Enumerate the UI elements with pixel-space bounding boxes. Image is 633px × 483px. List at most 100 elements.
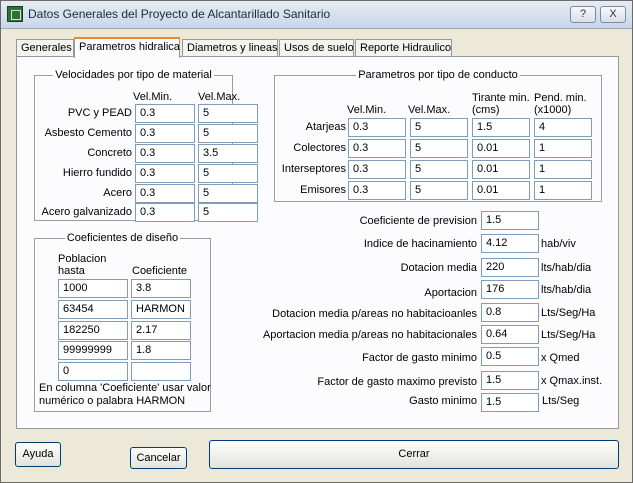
help-title-button[interactable]: ? — [570, 6, 596, 23]
tab-diametros-y-lineas[interactable]: Diametros y lineas — [182, 39, 278, 57]
poblacion-hasta-header: hasta — [58, 265, 85, 277]
poblacion-input[interactable]: 0 — [58, 362, 128, 381]
app-icon — [7, 6, 23, 22]
coeficiente-input[interactable]: 1.8 — [131, 341, 191, 360]
param-label: Gasto minimo — [409, 395, 477, 407]
conducto-group: Parametros por tipo de conducto Vel.Min.… — [274, 69, 602, 202]
coeficientes-group: Coeficientes de diseño Poblacion hasta C… — [34, 232, 211, 412]
dialog-window: Datos Generales del Proyecto de Alcantar… — [0, 0, 633, 483]
coeficiente-input[interactable]: HARMON — [131, 300, 191, 319]
vel-min-input[interactable]: 0.3 — [135, 104, 195, 123]
velocidades-title: Velocidades por tipo de material — [53, 69, 214, 81]
vel-max-input[interactable]: 3.5 — [198, 144, 258, 163]
param-label: Indice de hacinamiento — [363, 238, 477, 250]
vel-max-input[interactable]: 5 — [198, 124, 258, 143]
param-input[interactable]: 176 — [481, 280, 539, 299]
tab-panel: Velocidades por tipo de material Vel.Min… — [16, 56, 619, 429]
param-input[interactable]: 4.12 — [481, 234, 539, 253]
poblacion-input[interactable]: 182250 — [58, 321, 128, 340]
vel-min-input[interactable]: 0.3 — [135, 164, 195, 183]
param-unit: Lts/Seg/Ha — [541, 329, 596, 341]
tirante-input[interactable]: 0.01 — [472, 139, 530, 158]
vel-max-input[interactable]: 5 — [198, 104, 258, 123]
coeficientes-title: Coeficientes de diseño — [64, 232, 181, 244]
param-label: Factor de gasto maximo previsto — [317, 376, 477, 388]
param-label: Dotacion media p/areas no habitacioanles — [272, 308, 477, 320]
vel-min-input[interactable]: 0.3 — [135, 144, 195, 163]
param-unit: lts/hab/dia — [541, 284, 592, 296]
param-unit: x Qmed — [541, 352, 580, 364]
tirante-header: Tirante min. — [472, 92, 530, 104]
conducto-max-input[interactable]: 5 — [410, 160, 468, 179]
tab-parametros-hidralica[interactable]: Parametros hidralica — [74, 37, 180, 58]
param-input[interactable]: 0.64 — [481, 325, 539, 344]
vel-min-input[interactable]: 0.3 — [135, 184, 195, 203]
conducto-max-input[interactable]: 5 — [410, 118, 468, 137]
coeficiente-input[interactable]: 2.17 — [131, 321, 191, 340]
param-label: Dotacion media — [400, 262, 477, 274]
coeficiente-header: Coeficiente — [132, 265, 188, 277]
tirante-input[interactable]: 1.5 — [472, 118, 530, 137]
param-unit: hab/viv — [541, 238, 576, 250]
conducto-label: Emisores — [300, 184, 346, 196]
param-input[interactable]: 0.8 — [481, 303, 539, 322]
coeficiente-input[interactable] — [131, 362, 191, 381]
pend-input[interactable]: 4 — [534, 118, 592, 137]
conducto-label: Atarjeas — [305, 121, 346, 133]
conducto-max-input[interactable]: 5 — [410, 139, 468, 158]
param-label: Coeficiente de prevision — [359, 215, 477, 227]
vel-max-input[interactable]: 5 — [198, 164, 258, 183]
tab-generales[interactable]: Generales — [16, 39, 74, 57]
conducto-min-input[interactable]: 0.3 — [348, 160, 406, 179]
vel-min-header: Vel.Min. — [133, 91, 173, 103]
material-label: Concreto — [87, 147, 132, 159]
tab-reporte-hidraulico[interactable]: Reporte Hidraulico — [355, 39, 452, 57]
material-label: Acero galvanizado — [41, 206, 132, 218]
conducto-max-header: Vel.Max. — [408, 104, 451, 116]
title-bar[interactable]: Datos Generales del Proyecto de Alcantar… — [1, 1, 632, 29]
pend-input[interactable]: 1 — [534, 160, 592, 179]
tirante-unit: (cms) — [472, 104, 500, 116]
material-label: Acero — [103, 187, 132, 199]
poblacion-input[interactable]: 99999999 — [58, 341, 128, 360]
param-input[interactable]: 1.5 — [481, 393, 539, 412]
vel-min-input[interactable]: 0.3 — [135, 124, 195, 143]
ayuda-button[interactable]: Ayuda — [15, 442, 61, 467]
conducto-min-input[interactable]: 0.3 — [348, 181, 406, 200]
param-input[interactable]: 1.5 — [481, 211, 539, 230]
conducto-label: Interseptores — [281, 163, 346, 175]
close-title-button[interactable]: X — [600, 6, 626, 23]
param-input[interactable]: 0.5 — [481, 347, 539, 366]
cerrar-button[interactable]: Cerrar — [209, 440, 619, 469]
param-label: Factor de gasto minimo — [362, 352, 477, 364]
tirante-input[interactable]: 0.01 — [472, 160, 530, 179]
conducto-min-input[interactable]: 0.3 — [348, 139, 406, 158]
vel-min-input[interactable]: 0.3 — [135, 203, 195, 222]
velocidades-group: Velocidades por tipo de material Vel.Min… — [34, 69, 258, 222]
conducto-title: Parametros por tipo de conducto — [356, 69, 520, 81]
param-input[interactable]: 1.5 — [481, 371, 539, 390]
material-label: Hierro fundido — [62, 167, 132, 179]
material-label: PVC y PEAD — [67, 107, 132, 119]
coeficientes-note-line2: numérico o palabra HARMON — [39, 395, 186, 407]
pend-input[interactable]: 1 — [534, 181, 592, 200]
conducto-max-input[interactable]: 5 — [410, 181, 468, 200]
param-unit: lts/hab/dia — [541, 262, 592, 274]
poblacion-input[interactable]: 1000 — [58, 279, 128, 298]
material-label: Asbesto Cemento — [44, 127, 132, 139]
cancelar-button[interactable]: Cancelar — [130, 447, 187, 469]
param-label: Aportacion media p/areas no habitacional… — [262, 329, 477, 341]
tirante-input[interactable]: 0.01 — [472, 181, 530, 200]
poblacion-header: Poblacion — [58, 253, 107, 265]
vel-max-input[interactable]: 5 — [198, 184, 258, 203]
param-input[interactable]: 220 — [481, 258, 539, 277]
coeficiente-input[interactable]: 3.8 — [131, 279, 191, 298]
param-unit: x Qmax.inst. — [541, 375, 603, 387]
tab-usos-de-suelo[interactable]: Usos de suelo — [279, 39, 354, 57]
vel-max-header: Vel.Max. — [198, 91, 241, 103]
conducto-min-input[interactable]: 0.3 — [348, 118, 406, 137]
pend-header: Pend. min. — [534, 92, 587, 104]
pend-input[interactable]: 1 — [534, 139, 592, 158]
poblacion-input[interactable]: 63454 — [58, 300, 128, 319]
window-title: Datos Generales del Proyecto de Alcantar… — [28, 7, 331, 21]
